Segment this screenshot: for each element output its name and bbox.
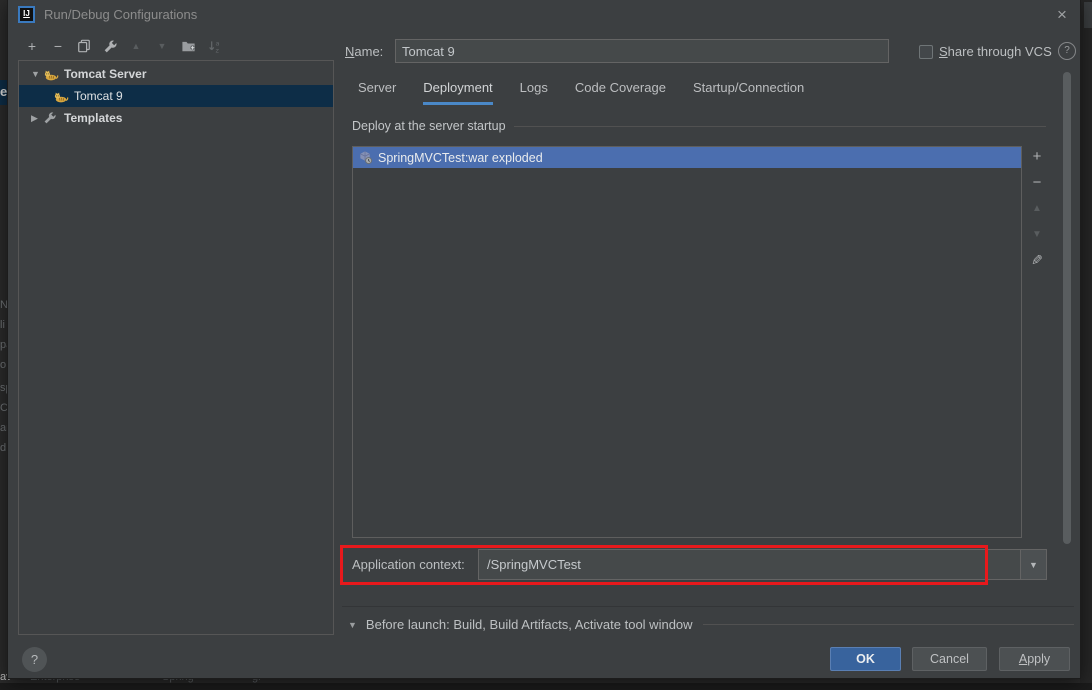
remove-configuration-button[interactable]: − bbox=[50, 38, 66, 54]
configuration-tabs: Server Deployment Logs Code Coverage Sta… bbox=[358, 80, 804, 105]
tab-server[interactable]: Server bbox=[358, 80, 396, 105]
tree-item-tomcat-9[interactable]: Tomcat 9 bbox=[19, 85, 333, 107]
share-help-icon[interactable]: ? bbox=[1058, 42, 1076, 60]
wrench-icon bbox=[103, 39, 118, 54]
run-debug-configurations-dialog: IJ Run/Debug Configurations × + − ▲ ▼ bbox=[8, 0, 1080, 678]
new-folder-icon[interactable] bbox=[180, 38, 196, 54]
apply-button[interactable]: Apply bbox=[999, 647, 1070, 671]
copy-icon bbox=[77, 39, 91, 53]
move-up-icon[interactable]: ▲ bbox=[128, 38, 144, 54]
tab-code-coverage[interactable]: Code Coverage bbox=[575, 80, 666, 105]
share-label-mnemonic: S bbox=[939, 44, 948, 59]
sort-configurations-icon[interactable]: a z bbox=[206, 38, 222, 54]
before-launch-label: Before launch: Build, Build Artifacts, A… bbox=[366, 617, 693, 632]
artifact-icon bbox=[358, 150, 374, 165]
add-artifact-button[interactable]: + bbox=[1029, 148, 1045, 164]
separator-line bbox=[703, 624, 1074, 625]
tab-deployment[interactable]: Deployment bbox=[423, 80, 492, 105]
name-input[interactable] bbox=[395, 39, 889, 63]
wrench-icon bbox=[43, 110, 60, 126]
intellij-logo-icon: IJ bbox=[18, 6, 35, 23]
artifact-label: SpringMVCTest:war exploded bbox=[378, 151, 543, 165]
tab-startup-connection[interactable]: Startup/Connection bbox=[693, 80, 804, 105]
name-label: Name: bbox=[345, 44, 383, 59]
apply-mnemonic: A bbox=[1019, 652, 1027, 666]
svg-text:z: z bbox=[215, 46, 219, 53]
edit-defaults-wrench-icon[interactable] bbox=[102, 38, 118, 54]
ok-button[interactable]: OK bbox=[830, 647, 901, 671]
background-text: e bbox=[0, 84, 7, 99]
dialog-titlebar: IJ Run/Debug Configurations × bbox=[8, 0, 1080, 30]
separator-line bbox=[514, 126, 1046, 127]
tree-item-label: Templates bbox=[64, 111, 122, 125]
deployment-artifact-list: SpringMVCTest:war exploded bbox=[352, 146, 1022, 538]
remove-artifact-button[interactable]: − bbox=[1029, 174, 1045, 190]
application-context-combobox[interactable]: /SpringMVCTest ▼ bbox=[478, 549, 1047, 580]
application-context-label: Application context: bbox=[352, 557, 465, 572]
configurations-toolbar: + − ▲ ▼ a z bbox=[24, 38, 222, 54]
dropdown-arrow-icon[interactable]: ▼ bbox=[1020, 550, 1046, 579]
share-through-vcs-label[interactable]: Share through VCS bbox=[939, 44, 1052, 59]
move-artifact-up-icon[interactable]: ▲ bbox=[1029, 200, 1045, 216]
sort-az-icon: a z bbox=[207, 39, 222, 54]
collapse-arrow-icon[interactable]: ▼ bbox=[348, 620, 357, 630]
screen: { "window": { "title": "Run/Debug Config… bbox=[0, 0, 1092, 690]
tomcat-icon bbox=[53, 88, 70, 104]
deploy-group-label: Deploy at the server startup bbox=[352, 119, 506, 133]
dialog-title: Run/Debug Configurations bbox=[44, 7, 197, 22]
background-ide-right bbox=[1080, 0, 1092, 690]
background-ide-panel bbox=[1084, 2, 1092, 28]
artifact-list-toolbar: + − ▲ ▼ ✎ bbox=[1029, 148, 1045, 268]
share-label-rest: hare through VCS bbox=[948, 44, 1052, 59]
name-label-rest: ame: bbox=[354, 44, 383, 59]
share-through-vcs-checkbox[interactable] bbox=[919, 45, 933, 59]
tree-item-label: Tomcat Server bbox=[64, 67, 146, 81]
deploy-group-header: Deploy at the server startup bbox=[352, 119, 1046, 133]
tomcat-icon bbox=[43, 66, 60, 82]
cancel-button[interactable]: Cancel bbox=[912, 647, 987, 671]
artifact-list-item[interactable]: SpringMVCTest:war exploded bbox=[353, 147, 1021, 168]
apply-rest: pply bbox=[1027, 652, 1050, 666]
move-artifact-down-icon[interactable]: ▼ bbox=[1029, 226, 1045, 242]
tree-item-label: Tomcat 9 bbox=[74, 89, 123, 103]
name-label-mnemonic: N bbox=[345, 44, 354, 59]
tab-logs[interactable]: Logs bbox=[520, 80, 548, 105]
edit-artifact-pencil-icon[interactable]: ✎ bbox=[1029, 252, 1045, 268]
add-configuration-button[interactable]: + bbox=[24, 38, 40, 54]
configurations-tree: ▼ Tomcat Server bbox=[18, 60, 334, 635]
background-taskbar bbox=[0, 683, 1092, 690]
folder-plus-icon bbox=[181, 39, 196, 54]
background-text-fragment: e bbox=[0, 80, 8, 105]
copy-configuration-icon[interactable] bbox=[76, 38, 92, 54]
content-divider bbox=[342, 606, 1074, 607]
tree-item-templates[interactable]: ▶ Templates bbox=[19, 107, 333, 129]
vertical-scrollbar[interactable] bbox=[1063, 72, 1071, 544]
tree-item-tomcat-server[interactable]: ▼ Tomcat Server bbox=[19, 63, 333, 85]
close-icon[interactable]: × bbox=[1050, 3, 1074, 27]
expand-arrow-icon[interactable]: ▼ bbox=[31, 69, 43, 79]
collapse-arrow-icon[interactable]: ▶ bbox=[31, 113, 43, 124]
application-context-value[interactable]: /SpringMVCTest bbox=[479, 557, 1020, 572]
move-down-icon[interactable]: ▼ bbox=[154, 38, 170, 54]
help-button[interactable]: ? bbox=[22, 647, 47, 672]
before-launch-row[interactable]: ▼ Before launch: Build, Build Artifacts,… bbox=[348, 617, 1074, 632]
